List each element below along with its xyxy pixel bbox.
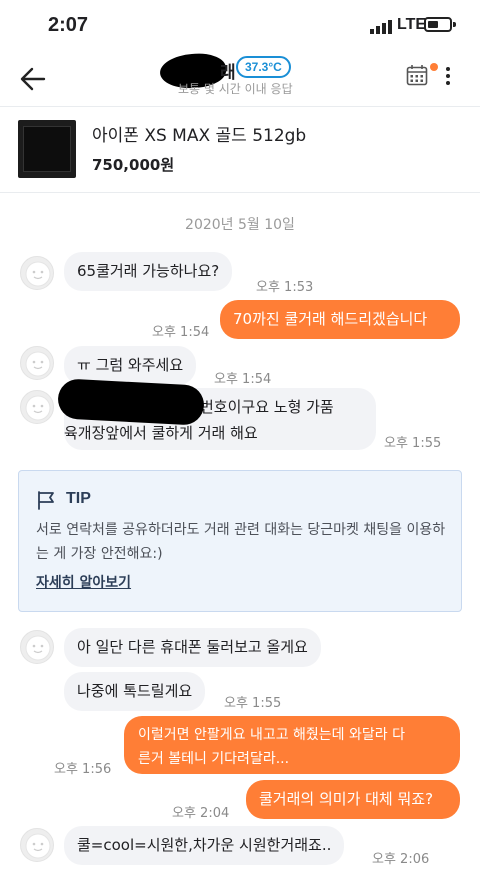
message-time: 오후 1:54 bbox=[214, 372, 272, 387]
message-line: 육개장앞에서 쿨하게 거래 해요 bbox=[64, 424, 258, 442]
message-time: 오후 1:56 bbox=[54, 762, 112, 777]
avatar[interactable] bbox=[20, 390, 54, 424]
message-bubble[interactable]: 이럴거면 안팔게요 내고고 해줬는데 와달라 다 른거 볼테니 기다려달라... bbox=[124, 716, 460, 774]
tip-body: 서로 연락처를 공유하더라도 거래 관련 대화는 당근마켓 채팅을 이용하는 게… bbox=[36, 522, 446, 562]
message-bubble[interactable]: 쿨=cool=시원한,차가운 시원한거래죠.. bbox=[64, 826, 345, 865]
message-line: 이럴거면 안팔게요 내고고 해줬는데 와달라 다 bbox=[138, 727, 405, 743]
message-time: 오후 2:04 bbox=[172, 806, 230, 821]
message-line: 번호이구요 노형 가품 bbox=[200, 398, 334, 416]
battery-icon bbox=[424, 17, 456, 32]
product-divider bbox=[0, 192, 480, 193]
message-bubble[interactable]: 나중에 톡드릴게요 bbox=[64, 672, 206, 711]
avatar[interactable] bbox=[20, 630, 54, 664]
tip-title: TIP bbox=[66, 490, 91, 507]
tip-learn-more-link[interactable]: 자세히 알아보기 bbox=[36, 572, 131, 592]
message-bubble[interactable]: 70까진 쿨거래 해드리겠습니다 bbox=[220, 300, 460, 339]
more-vertical-icon[interactable] bbox=[444, 66, 452, 86]
message-bubble[interactable]: 65쿨거래 가능하나요? bbox=[64, 252, 233, 291]
message-time: 오후 1:54 bbox=[152, 325, 210, 340]
message-bubble[interactable]: 아 일단 다른 휴대폰 둘러보고 올게요 bbox=[64, 628, 321, 667]
header-divider bbox=[0, 106, 480, 107]
message-bubble[interactable]: 쿨거래의 의미가 대체 뭐죠? bbox=[246, 780, 460, 819]
message-time: 오후 1:55 bbox=[224, 696, 282, 711]
calendar-icon[interactable] bbox=[406, 64, 428, 86]
product-title[interactable]: 아이폰 XS MAX 골드 512gb bbox=[92, 121, 306, 146]
flag-icon bbox=[38, 491, 54, 510]
notification-dot bbox=[430, 63, 438, 71]
avatar[interactable] bbox=[20, 346, 54, 380]
back-arrow-icon[interactable] bbox=[20, 66, 46, 92]
avatar[interactable] bbox=[20, 828, 54, 862]
signal-icon bbox=[370, 20, 392, 34]
message-time: 오후 1:53 bbox=[256, 280, 314, 295]
response-info: 보통 몇 시간 이내 응답 bbox=[178, 82, 293, 96]
avatar[interactable] bbox=[20, 256, 54, 290]
date-separator: 2020년 5월 10일 bbox=[185, 217, 295, 233]
network-label: LTE bbox=[397, 16, 427, 33]
status-time: 2:07 bbox=[48, 14, 89, 36]
message-line: 른거 볼테니 기다려달라... bbox=[138, 751, 290, 767]
message-time: 오후 2:06 bbox=[372, 852, 430, 867]
message-time: 오후 1:55 bbox=[384, 436, 442, 451]
redacted-text bbox=[57, 378, 205, 426]
product-price: 750,000원 bbox=[92, 156, 175, 174]
product-thumbnail[interactable] bbox=[18, 120, 76, 178]
manner-temperature-badge[interactable]: 37.3°C bbox=[236, 56, 291, 78]
